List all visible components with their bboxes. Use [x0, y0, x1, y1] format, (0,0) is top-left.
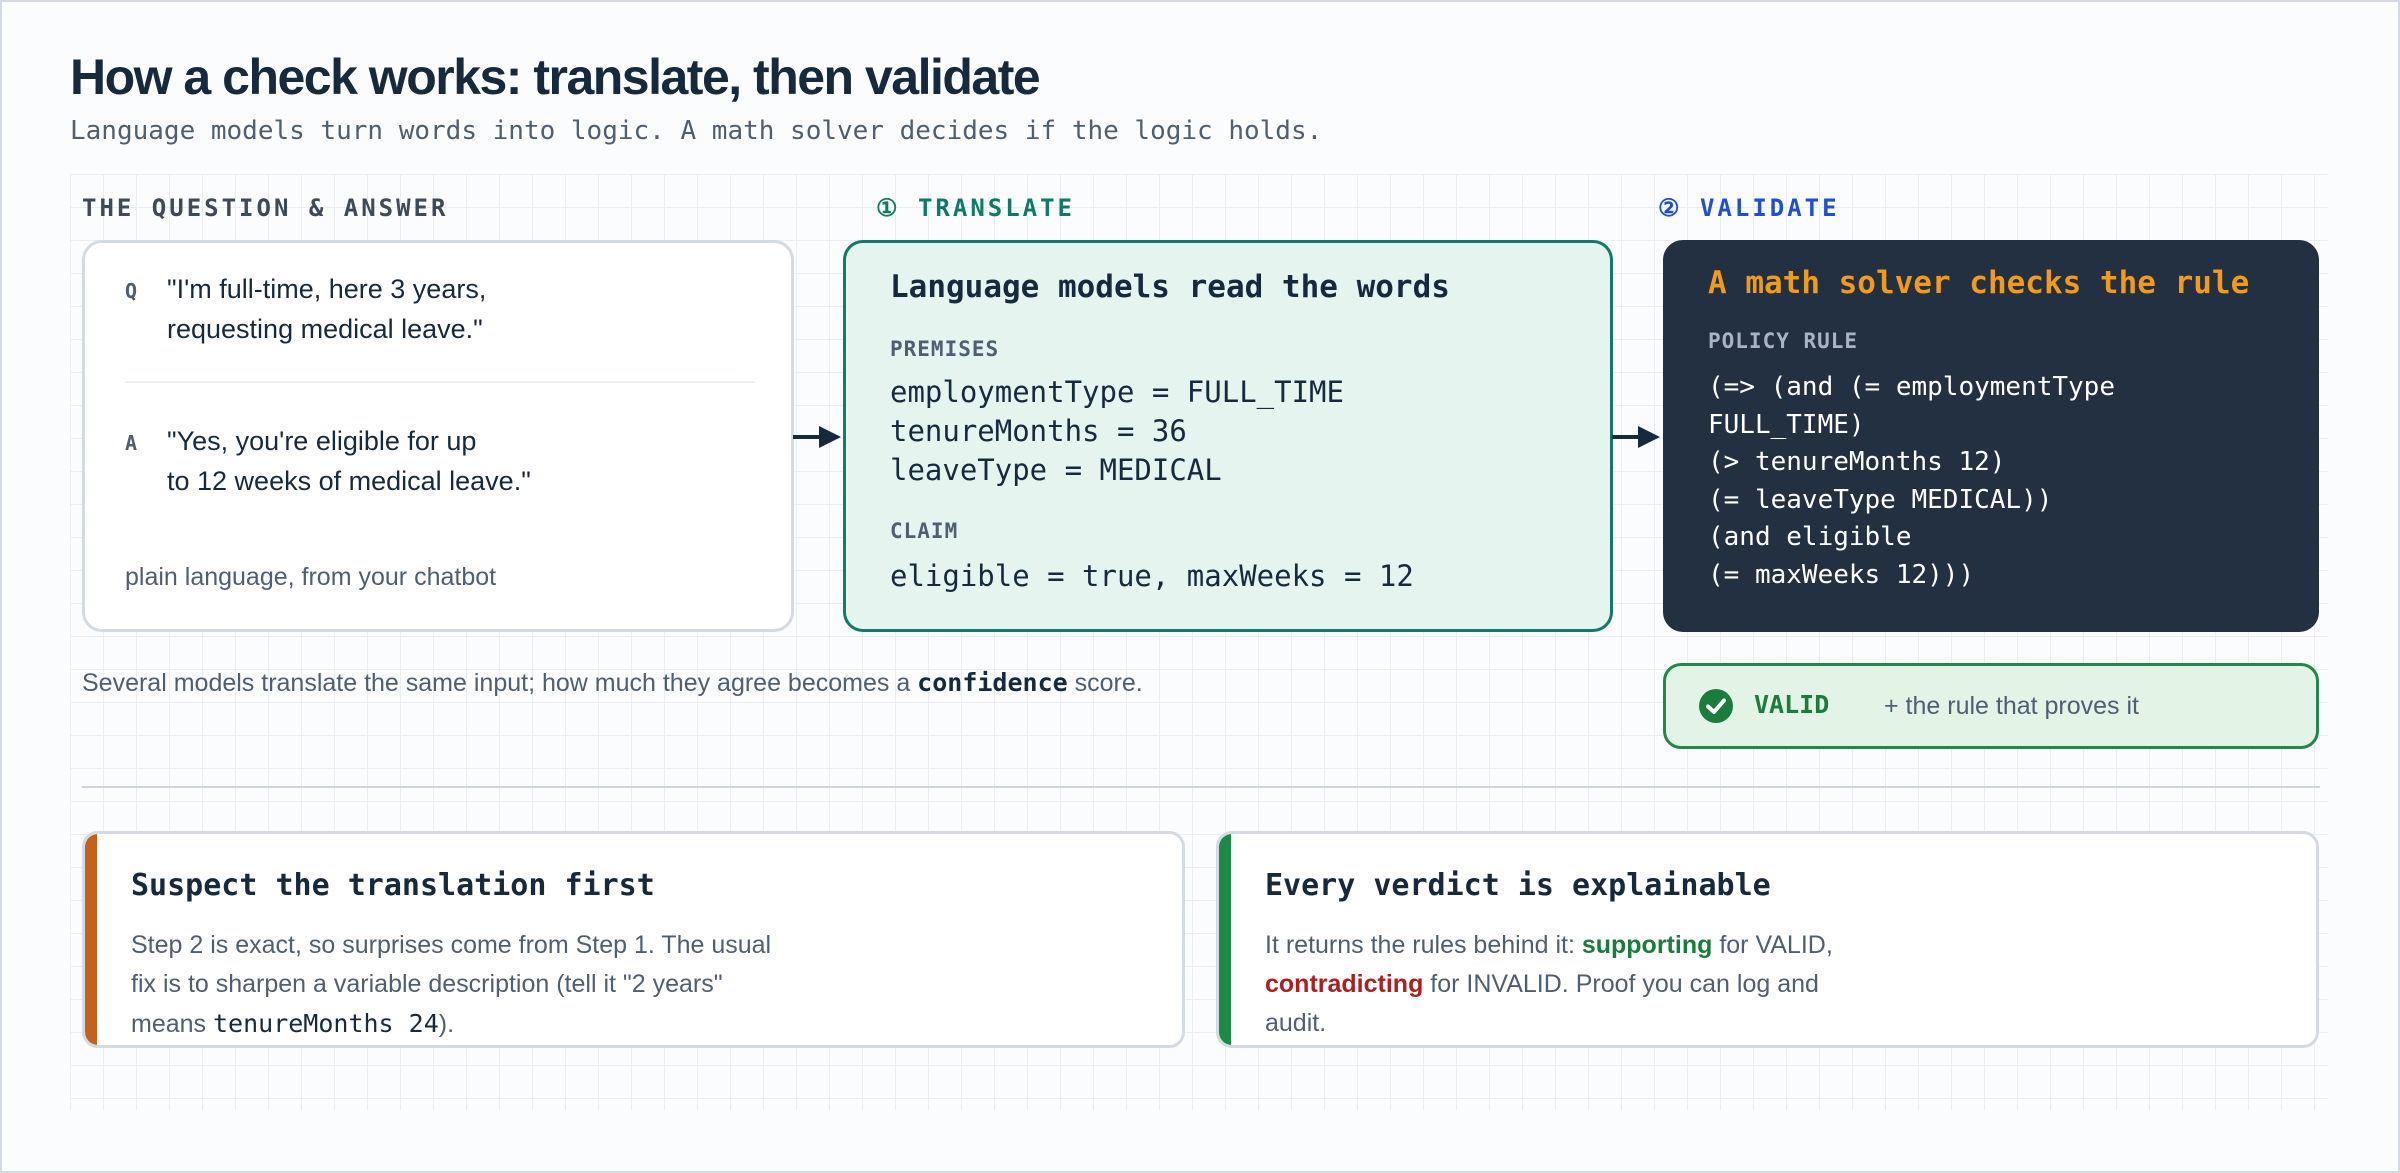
section-divider: [82, 786, 2320, 788]
answer-tag: A: [125, 431, 138, 455]
supporting-keyword: supporting: [1581, 931, 1713, 959]
body-text: for INVALID. Proof you can log and: [1423, 970, 1819, 998]
body-text: for VALID,: [1712, 931, 1833, 959]
body-line: audit.: [1265, 1009, 1327, 1037]
suspect-translation-heading: Suspect the translation first: [131, 868, 655, 903]
tenure-code-snippet: tenureMonths 24: [212, 1009, 439, 1038]
validate-card: A math solver checks the rule POLICY RUL…: [1663, 240, 2319, 632]
body-line: fix is to sharpen a variable description…: [131, 970, 723, 998]
answer-line-2: to 12 weeks of medical leave.": [167, 466, 531, 496]
answer-text: "Yes, you're eligible for up to 12 weeks…: [167, 421, 531, 501]
rule-line: FULL_TIME): [1708, 409, 1865, 440]
rule-line: (and eligible: [1708, 522, 1912, 552]
valid-result-badge: VALID + the rule that proves it: [1663, 663, 2319, 749]
body-text: means: [131, 1010, 213, 1038]
question-line-2: requesting medical leave.": [167, 314, 483, 344]
explainable-verdict-card: Every verdict is explainable It returns …: [1216, 831, 2319, 1048]
note-text-after: score.: [1067, 669, 1143, 697]
contradicting-keyword: contradicting: [1265, 970, 1424, 998]
check-circle-icon: [1699, 689, 1733, 723]
question-text: "I'm full-time, here 3 years, requesting…: [167, 269, 486, 349]
page-subtitle: Language models turn words into logic. A…: [70, 116, 1323, 146]
translate-heading: Language models read the words: [890, 269, 1450, 305]
claim-text: eligible = true, maxWeeks = 12: [890, 559, 1414, 593]
validate-heading: A math solver checks the rule: [1708, 265, 2250, 301]
rule-line: (=> (and (= employmentType: [1708, 372, 2115, 402]
premise-tenure-months: tenureMonths = 36: [890, 414, 1187, 448]
section-label-question-answer: THE QUESTION & ANSWER: [82, 194, 449, 222]
explainable-verdict-heading: Every verdict is explainable: [1265, 868, 1771, 903]
suspect-translation-body: Step 2 is exact, so surprises come from …: [131, 926, 771, 1044]
question-answer-card: Q "I'm full-time, here 3 years, requesti…: [82, 240, 794, 632]
body-line: means tenureMonths 24).: [131, 1004, 771, 1044]
policy-rule-code: (=> (and (= employmentType FULL_TIME) (>…: [1708, 369, 2115, 594]
valid-detail: + the rule that proves it: [1884, 692, 2140, 720]
rule-line: (> tenureMonths 12): [1708, 447, 2006, 477]
answer-line-1: "Yes, you're eligible for up: [167, 426, 477, 456]
qa-divider: [125, 381, 755, 383]
rule-line: (= maxWeeks 12))): [1708, 559, 1975, 590]
page-title: How a check works: translate, then valid…: [70, 49, 1041, 105]
question-line-1: "I'm full-time, here 3 years,: [167, 274, 487, 304]
body-line: It returns the rules behind it: supporti…: [1265, 926, 1833, 965]
premise-leave-type: leaveType = MEDICAL: [890, 453, 1222, 487]
explainable-verdict-body: It returns the rules behind it: supporti…: [1265, 926, 1833, 1043]
body-text: ).: [438, 1010, 455, 1038]
suspect-translation-card: Suspect the translation first Step 2 is …: [82, 831, 1185, 1048]
translate-card: Language models read the words PREMISES …: [843, 240, 1613, 632]
premises-label: PREMISES: [890, 337, 1000, 361]
accent-bar-green: [1219, 834, 1231, 1045]
claim-label: CLAIM: [890, 519, 959, 543]
arrow-right-icon: [793, 426, 841, 448]
qa-footnote: plain language, from your chatbot: [125, 563, 497, 591]
accent-bar-orange: [85, 834, 97, 1045]
body-text: It returns the rules behind it:: [1265, 931, 1582, 959]
valid-verdict: VALID: [1754, 690, 1830, 719]
body-line: contradicting for INVALID. Proof you can…: [1265, 965, 1833, 1004]
rule-line: (= leaveType MEDICAL)): [1708, 484, 2053, 515]
body-line: Step 2 is exact, so surprises come from …: [131, 931, 772, 959]
note-text-before: Several models translate the same input;…: [82, 669, 918, 697]
section-label-validate: ② VALIDATE: [1658, 194, 1840, 222]
confidence-note: Several models translate the same input;…: [82, 668, 1143, 698]
premise-employment-type: employmentType = FULL_TIME: [890, 375, 1344, 409]
policy-rule-label: POLICY RULE: [1708, 329, 1859, 353]
arrow-right-icon: [1612, 426, 1660, 448]
confidence-keyword: confidence: [917, 668, 1068, 697]
question-tag: Q: [125, 279, 138, 303]
section-label-translate: ① TRANSLATE: [876, 194, 1076, 222]
